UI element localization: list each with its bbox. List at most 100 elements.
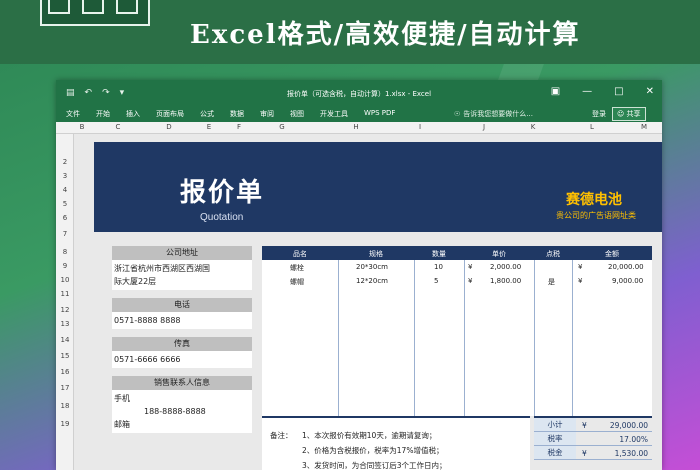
- ribbon-tabs: 文件 开始 插入 页面布局 公式 数据 审阅 视图 开发工具 WPS PDF ☉…: [56, 106, 662, 122]
- column-header[interactable]: M: [634, 123, 654, 131]
- tax-amount-label: 税金: [534, 446, 576, 459]
- quote-table: 品名 规格 数量 单价 点税 金额 螺栓 20*30cm 10 ¥ 2,000.…: [262, 246, 652, 416]
- company-slogan: 贵公司的广告语网址类: [556, 211, 636, 220]
- share-button[interactable]: ☺ 共享: [612, 107, 646, 121]
- phone-value[interactable]: 0571-8888 8888: [112, 312, 252, 329]
- cell-name: 螺帽: [290, 278, 304, 286]
- company-info-panel: 公司地址 浙江省杭州市西湖区西湖国 际大厦22层 电话 0571-8888 88…: [112, 246, 252, 470]
- cell-currency: ¥: [578, 277, 583, 285]
- tab-developer[interactable]: 开发工具: [320, 109, 348, 119]
- mobile-label: 手机: [114, 394, 130, 403]
- notes-panel: 备注： 1、本次报价有效期10天，逾期请复询； 2、价格为含税报价，税率为17%…: [262, 416, 530, 470]
- sales-contact-label: 销售联系人信息: [112, 376, 252, 390]
- cell-currency: ¥: [468, 277, 473, 285]
- cell-qty: 5: [434, 277, 439, 285]
- ribbon-display-icon[interactable]: ▣: [551, 86, 560, 97]
- window-controls: ▣ — □ ✕: [551, 86, 654, 97]
- column-header[interactable]: D: [146, 123, 192, 131]
- tell-me-box[interactable]: ☉ 告诉我您想要做什么...: [454, 109, 533, 119]
- table-row[interactable]: 螺帽 12*20cm 5 ¥ 1,800.00 是 ¥ 9,000.00: [262, 274, 652, 288]
- fax-value[interactable]: 0571-6666 6666: [112, 351, 252, 368]
- row-header[interactable]: 7: [56, 230, 74, 238]
- excel-logo-icon: [40, 0, 150, 26]
- subtotal-label: 小计: [534, 418, 576, 431]
- tab-home[interactable]: 开始: [96, 109, 110, 119]
- phone-label: 电话: [112, 298, 252, 312]
- tax-rate-label: 税率: [534, 432, 576, 445]
- email-label: 邮箱: [114, 420, 130, 429]
- tab-formulas[interactable]: 公式: [200, 109, 214, 119]
- excel-window: ▤ ↶ ↷ ▾ 报价单（可选含税，自动计算）1.xlsx - Excel ▣ —…: [56, 80, 662, 470]
- table-row[interactable]: 螺栓 20*30cm 10 ¥ 2,000.00 ¥ 20,000.00: [262, 260, 652, 274]
- table-header: 品名 规格 数量 单价 点税 金额: [262, 246, 652, 260]
- row-header[interactable]: 8: [56, 248, 74, 256]
- row-header[interactable]: 14: [56, 336, 74, 344]
- maximize-icon[interactable]: □: [614, 86, 623, 97]
- quotation-subtitle: Quotation: [200, 212, 244, 223]
- tax-amount-row[interactable]: 税金 ¥ 1,530.00: [534, 446, 652, 460]
- tab-insert[interactable]: 插入: [126, 109, 140, 119]
- company-name: 赛德电池: [566, 192, 622, 208]
- cell-qty: 10: [434, 263, 443, 271]
- tab-wps-pdf[interactable]: WPS PDF: [364, 109, 395, 119]
- fax-label: 传真: [112, 337, 252, 351]
- banner-title: Excel格式/高效便捷/自动计算: [190, 20, 581, 50]
- cell-price: 2,000.00: [490, 263, 522, 271]
- column-header[interactable]: C: [92, 123, 144, 131]
- tab-page-layout[interactable]: 页面布局: [156, 109, 184, 119]
- column-header[interactable]: E: [194, 123, 224, 131]
- subtotal-value: 29,000.00: [609, 421, 648, 430]
- title-bar: ▤ ↶ ↷ ▾ 报价单（可选含税，自动计算）1.xlsx - Excel ▣ —…: [56, 80, 662, 106]
- note-item[interactable]: 3、发货时间，为合同签订后3个工作日内；: [302, 460, 447, 470]
- tab-file[interactable]: 文件: [66, 109, 80, 119]
- row-header[interactable]: 18: [56, 402, 74, 410]
- row-header[interactable]: 17: [56, 384, 74, 392]
- row-header[interactable]: 5: [56, 200, 74, 208]
- cell-currency: ¥: [578, 263, 583, 271]
- row-header[interactable]: 16: [56, 368, 74, 376]
- address-label: 公司地址: [112, 246, 252, 260]
- share-label: 共享: [626, 110, 641, 118]
- column-header[interactable]: H: [326, 123, 386, 131]
- login-button[interactable]: 登录: [592, 109, 606, 119]
- close-icon[interactable]: ✕: [646, 86, 654, 97]
- row-header[interactable]: 4: [56, 186, 74, 194]
- row-header[interactable]: 3: [56, 172, 74, 180]
- column-header[interactable]: K: [518, 123, 548, 131]
- row-header[interactable]: 12: [56, 306, 74, 314]
- row-header[interactable]: 15: [56, 352, 74, 360]
- cell-spec: 12*20cm: [356, 277, 388, 285]
- tax-rate-value: 17.00%: [619, 435, 648, 444]
- column-header[interactable]: F: [232, 123, 246, 131]
- column-header[interactable]: I: [392, 123, 448, 131]
- row-header[interactable]: 6: [56, 214, 74, 222]
- column-header[interactable]: G: [252, 123, 312, 131]
- column-header[interactable]: B: [74, 123, 90, 131]
- cell-tax: 是: [548, 278, 555, 286]
- address-line-1: 浙江省杭州市西湖区西湖国: [114, 264, 210, 273]
- tax-rate-row[interactable]: 税率 17.00%: [534, 432, 652, 446]
- worksheet-area[interactable]: 报价单 Quotation 赛德电池 贵公司的广告语网址类 公司地址 浙江省杭州…: [74, 134, 662, 470]
- cell-amount: 20,000.00: [608, 263, 644, 271]
- quotation-title: 报价单: [180, 178, 265, 208]
- cell-name: 螺栓: [290, 264, 304, 272]
- tab-data[interactable]: 数据: [230, 109, 244, 119]
- row-header[interactable]: 19: [56, 420, 74, 428]
- tab-review[interactable]: 审阅: [260, 109, 274, 119]
- note-item[interactable]: 2、价格为含税报价，税率为17%增值税；: [302, 445, 443, 456]
- row-header[interactable]: 2: [56, 158, 74, 166]
- row-header[interactable]: 10: [56, 276, 74, 284]
- row-header[interactable]: 11: [56, 290, 74, 298]
- address-value[interactable]: 浙江省杭州市西湖区西湖国 际大厦22层: [112, 260, 252, 290]
- row-header[interactable]: 9: [56, 262, 74, 270]
- quotation-header-band: 报价单 Quotation 赛德电池 贵公司的广告语网址类: [94, 142, 662, 232]
- sales-contact-values[interactable]: 手机 188-8888-8888 邮箱: [112, 390, 252, 433]
- tab-view[interactable]: 视图: [290, 109, 304, 119]
- row-header[interactable]: 13: [56, 320, 74, 328]
- column-header[interactable]: J: [456, 123, 512, 131]
- column-header[interactable]: L: [562, 123, 622, 131]
- note-item[interactable]: 1、本次报价有效期10天，逾期请复询；: [302, 430, 436, 441]
- minimize-icon[interactable]: —: [582, 86, 592, 97]
- subtotal-row[interactable]: 小计 ¥ 29,000.00: [534, 418, 652, 432]
- subtotal-currency: ¥: [582, 421, 587, 430]
